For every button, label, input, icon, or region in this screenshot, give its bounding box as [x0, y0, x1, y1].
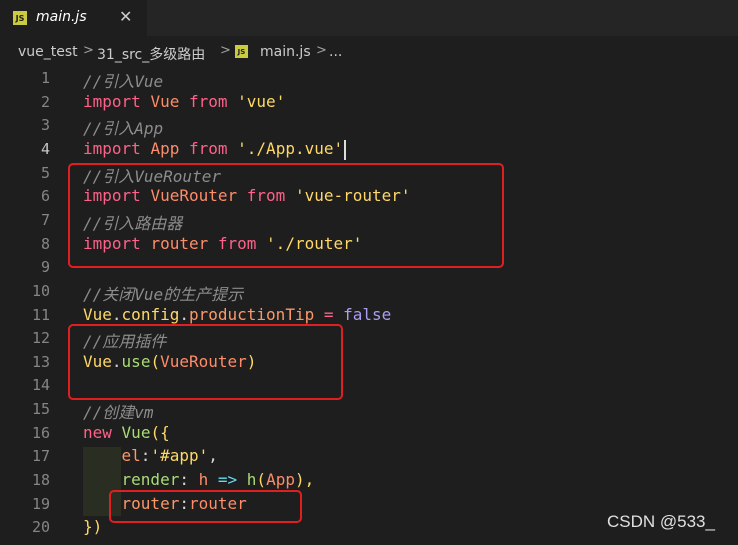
breadcrumb-item-file[interactable]: main.js	[260, 44, 311, 60]
code-line: //引入Vue	[83, 68, 163, 92]
line-number: 17	[31, 447, 50, 466]
code-token: ),	[294, 470, 315, 490]
code-token: })	[83, 517, 103, 537]
close-icon[interactable]: ✕	[119, 7, 132, 26]
code-token: 'vue'	[237, 91, 286, 111]
code-token: :	[140, 446, 151, 466]
line-number: 2	[40, 92, 50, 111]
code-token: //创建vm	[83, 403, 154, 423]
highlight-box-use-plugin	[68, 324, 343, 400]
breadcrumb-item-symbol[interactable]: ...	[329, 44, 342, 60]
code-token: false	[343, 304, 392, 324]
code-token: Vue	[150, 91, 180, 111]
line-number: 1	[40, 69, 50, 87]
code-token: //引入Vue	[83, 72, 164, 91]
code-token: Vue	[83, 304, 112, 324]
highlight-box-router-option	[109, 490, 302, 523]
line-number: 20	[31, 518, 50, 537]
line-number: 16	[31, 423, 50, 442]
line-number: 14	[31, 376, 50, 395]
code-token: (	[256, 470, 267, 490]
code-line: })	[83, 517, 102, 536]
code-token: import	[83, 91, 141, 111]
code-token: new	[83, 422, 112, 442]
code-line: import Vue from 'vue'	[83, 92, 285, 111]
code-line: //引入App	[83, 115, 163, 139]
code-token: render	[121, 470, 180, 490]
line-number: 9	[40, 258, 50, 277]
code-token: config	[121, 304, 180, 324]
line-number: 11	[31, 305, 50, 324]
code-token: '#app'	[150, 446, 209, 466]
code-token: import	[83, 138, 141, 158]
line-number: 6	[40, 187, 50, 206]
tab-title[interactable]: main.js	[36, 9, 87, 25]
code-line: Vue.config.productionTip = false	[83, 305, 391, 324]
code-token: =>	[217, 470, 238, 490]
code-token: Vue	[121, 422, 151, 442]
tab-bar: JS main.js ✕	[0, 0, 738, 36]
javascript-file-icon: JS	[13, 11, 27, 25]
line-number: 5	[40, 163, 50, 182]
code-token: ({	[150, 422, 170, 442]
code-line: new Vue({	[83, 423, 170, 442]
code-token: from	[188, 91, 228, 111]
code-line: //创建vm	[83, 399, 154, 423]
highlight-box-imports	[68, 163, 504, 268]
code-token: :	[179, 470, 199, 490]
line-number: 15	[31, 400, 50, 419]
code-line: render: h => h(App),	[83, 470, 315, 490]
code-token: el	[121, 446, 141, 466]
text-cursor	[344, 140, 346, 160]
chevron-right-icon: >	[220, 43, 231, 58]
line-number: 18	[31, 471, 50, 490]
code-line: import App from './App.vue'	[83, 139, 343, 158]
code-line: el:'#app',	[83, 446, 218, 465]
breadcrumb: vue_test > 31_src_多级路由 > main.js > ...	[0, 36, 738, 66]
code-token: .	[111, 304, 122, 324]
line-number: 13	[31, 352, 50, 371]
code-line: //关闭Vue的生产提示	[83, 281, 243, 305]
code-token: App	[150, 138, 180, 158]
code-token: App	[266, 470, 295, 490]
javascript-file-icon: JS	[235, 45, 248, 58]
line-number: 19	[31, 494, 50, 513]
line-number: 8	[40, 234, 50, 253]
code-token: './App.vue'	[237, 138, 344, 158]
breadcrumb-item-vue-test[interactable]: vue_test	[18, 44, 78, 60]
tab-main-js[interactable]: JS main.js ✕	[0, 0, 147, 36]
code-token: productionTip	[188, 304, 315, 324]
code-token: ,	[208, 446, 218, 466]
chevron-right-icon: >	[316, 43, 327, 58]
line-number: 4	[40, 139, 50, 158]
line-number: 12	[31, 329, 50, 348]
chevron-right-icon: >	[83, 43, 94, 58]
line-number: 10	[31, 281, 50, 300]
watermark: CSDN @533_	[607, 512, 715, 531]
code-token: .	[179, 304, 189, 324]
line-number: 3	[40, 116, 50, 135]
code-token: =	[323, 304, 334, 324]
line-number: 7	[40, 210, 50, 229]
code-token: //引入App	[83, 119, 164, 139]
breadcrumb-item-folder[interactable]: 31_src_多级路由	[97, 44, 205, 64]
code-token: h	[198, 470, 209, 490]
code-token: from	[188, 138, 228, 158]
code-token: //关闭Vue的生产提示	[83, 284, 244, 304]
code-token: h	[246, 470, 257, 490]
